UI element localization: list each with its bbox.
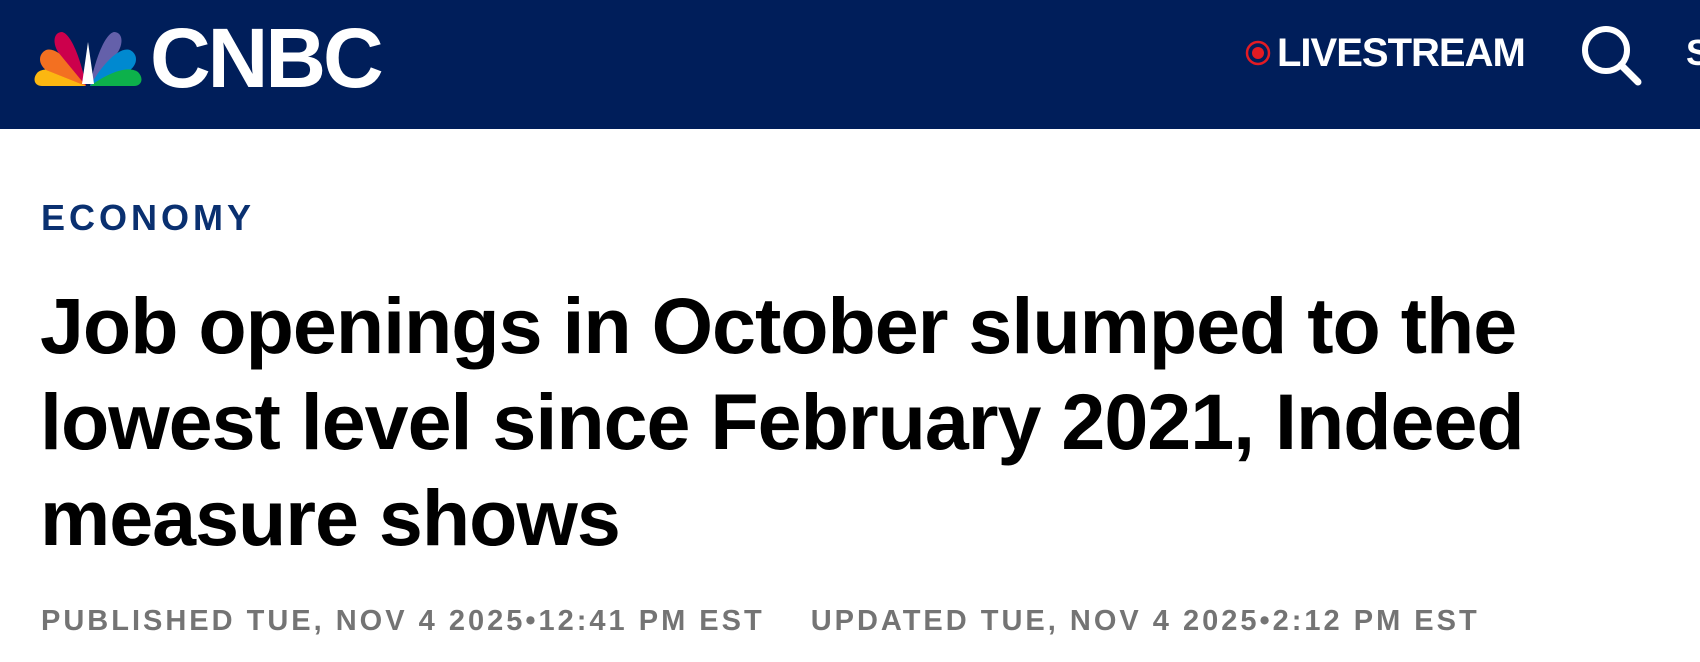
search-icon xyxy=(1582,26,1642,86)
section-label[interactable]: ECONOMY xyxy=(41,198,255,238)
search-button[interactable] xyxy=(1578,22,1646,90)
published-timestamp: PUBLISHED TUE, NOV 4 2025•12:41 PM EST xyxy=(41,604,765,637)
article-headline: Job openings in October slumped to the l… xyxy=(40,281,1525,562)
updated-timestamp: UPDATED TUE, NOV 4 2025•2:12 PM EST xyxy=(810,604,1480,637)
live-dot-icon xyxy=(1245,40,1271,66)
site-header: CNBC LIVESTREAM S xyxy=(0,0,1700,129)
header-edge-text[interactable]: S xyxy=(1686,32,1700,74)
livestream-link[interactable]: LIVESTREAM xyxy=(1245,30,1526,76)
cnbc-wordmark: CNBC xyxy=(150,11,384,105)
nbc-peacock-icon xyxy=(34,32,142,86)
livestream-label: LIVESTREAM xyxy=(1277,31,1526,75)
cnbc-logo[interactable]: CNBC xyxy=(32,11,384,105)
article-timestamps: PUBLISHED TUE, NOV 4 2025•12:41 PM EST U… xyxy=(41,604,1480,638)
